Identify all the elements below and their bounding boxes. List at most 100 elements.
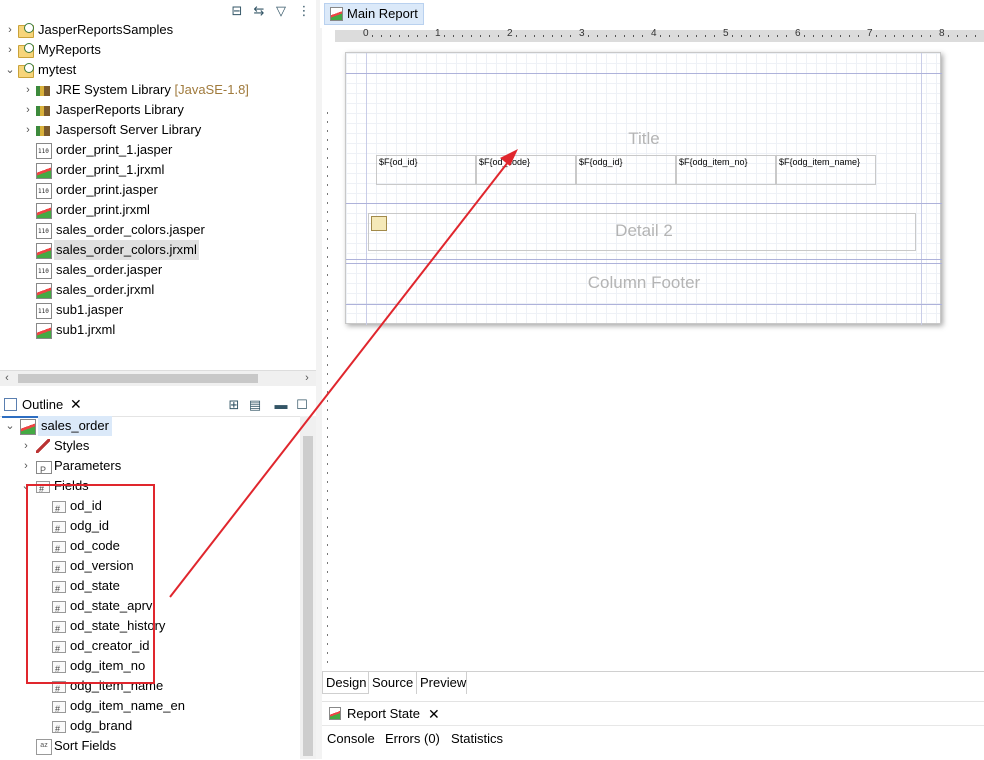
- report-state-subtab[interactable]: Statistics: [451, 730, 503, 748]
- thumbnail-icon[interactable]: ▤: [247, 397, 263, 413]
- explorer-item-label: JasperReports Library: [56, 102, 184, 117]
- scrollbar-thumb[interactable]: [18, 374, 258, 383]
- outline-field[interactable]: od_state: [0, 576, 298, 599]
- collapse-all-icon[interactable]: ⊟: [229, 3, 245, 19]
- tree-mode-icon[interactable]: ⊞: [226, 397, 242, 413]
- ruler-minor-tick: [885, 35, 886, 37]
- collapse-arrow-icon[interactable]: ›: [22, 120, 34, 140]
- explorer-item[interactable]: › JRE System Library [JavaSE-1.8]: [0, 80, 316, 100]
- tab-outline[interactable]: Outline ✕: [2, 394, 88, 418]
- outline-field[interactable]: odg_item_no: [0, 656, 298, 679]
- field-text-element[interactable]: $F{odg_item_name}: [776, 155, 876, 185]
- explorer-item[interactable]: › JasperReportsSamples: [0, 20, 316, 40]
- link-with-editor-icon[interactable]: ⇆: [251, 3, 267, 19]
- explorer-item[interactable]: order_print_1.jrxml: [0, 160, 316, 180]
- explorer-item[interactable]: order_print.jrxml: [0, 200, 316, 220]
- report-state-subtab[interactable]: Console: [327, 730, 375, 748]
- field-text-element[interactable]: $F{od_code}: [476, 155, 576, 185]
- outline-field[interactable]: od_state_history: [0, 616, 298, 639]
- ruler-minor-tick: [327, 337, 328, 339]
- ruler-minor-tick: [327, 544, 328, 546]
- ruler-minor-tick: [327, 283, 328, 285]
- outline-field[interactable]: odg_item_name_en: [0, 696, 298, 719]
- ruler-minor-tick: [327, 535, 328, 537]
- explorer-item[interactable]: sub1.jrxml: [0, 320, 316, 340]
- band-separator[interactable]: [346, 259, 942, 260]
- band-separator[interactable]: [346, 304, 942, 305]
- explorer-item[interactable]: › Jaspersoft Server Library: [0, 120, 316, 140]
- outline-sort-fields[interactable]: Sort Fields: [0, 736, 298, 756]
- tab-main-report[interactable]: Main Report: [324, 3, 424, 25]
- ruler-minor-tick: [669, 35, 670, 37]
- horizontal-scrollbar[interactable]: ‹ ›: [0, 370, 316, 386]
- field-icon: [52, 519, 66, 539]
- ruler-minor-tick: [327, 130, 328, 132]
- outline-field[interactable]: odg_brand: [0, 716, 298, 739]
- outline-node[interactable]: › Parameters: [0, 456, 298, 480]
- field-text-element[interactable]: $F{od_id}: [376, 155, 476, 185]
- expand-arrow-icon[interactable]: ⌄: [20, 476, 32, 496]
- explorer-item[interactable]: sales_order.jasper: [0, 260, 316, 280]
- tab-source[interactable]: Source: [369, 672, 417, 694]
- explorer-item[interactable]: order_print.jasper: [0, 180, 316, 200]
- collapse-arrow-icon[interactable]: ›: [20, 436, 32, 456]
- report-page[interactable]: Title $F{od_id} $F{od_code} $F{odg_id} $F{o…: [345, 52, 942, 325]
- outline-root[interactable]: ⌄ sales_order: [0, 416, 298, 436]
- explorer-item[interactable]: sub1.jasper: [0, 300, 316, 320]
- close-icon[interactable]: ✕: [428, 703, 440, 725]
- ruler-minor-tick: [327, 265, 328, 267]
- outline-field[interactable]: odg_id: [0, 516, 298, 539]
- ruler-minor-tick: [327, 643, 328, 645]
- outline-field[interactable]: odg_item_name: [0, 676, 298, 699]
- outline-vertical-scrollbar[interactable]: [300, 416, 316, 759]
- explorer-item[interactable]: sales_order_colors.jrxml: [0, 240, 316, 260]
- collapse-arrow-icon[interactable]: ›: [20, 456, 32, 476]
- outline-field[interactable]: od_version: [0, 556, 298, 579]
- scrollbar-thumb[interactable]: [303, 436, 313, 756]
- ruler-minor-tick: [471, 35, 472, 37]
- tab-preview[interactable]: Preview: [417, 672, 467, 694]
- maximize-icon[interactable]: ☐: [294, 397, 310, 413]
- explorer-item[interactable]: ⌄ mytest: [0, 60, 316, 80]
- field-icon: [52, 539, 66, 559]
- ruler-minor-tick: [327, 589, 328, 591]
- ruler-minor-tick: [327, 472, 328, 474]
- ruler-minor-tick: [759, 35, 760, 37]
- expand-arrow-icon[interactable]: ⌄: [4, 60, 16, 80]
- outline-field[interactable]: od_code: [0, 536, 298, 559]
- ruler-minor-tick: [327, 211, 328, 213]
- collapse-arrow-icon[interactable]: ›: [4, 20, 16, 40]
- outline-field[interactable]: od_creator_id: [0, 636, 298, 659]
- collapse-arrow-icon[interactable]: ›: [22, 100, 34, 120]
- explorer-item[interactable]: sales_order_colors.jasper: [0, 220, 316, 240]
- filter-icon[interactable]: ▽: [273, 3, 289, 19]
- outline-field[interactable]: od_state_aprv: [0, 596, 298, 619]
- scroll-right-icon[interactable]: ›: [300, 371, 314, 386]
- collapse-arrow-icon[interactable]: ›: [4, 40, 16, 60]
- report-state-subtabs: Console Errors (0) Statistics: [322, 725, 984, 760]
- band-separator[interactable]: [346, 203, 942, 204]
- outline-node[interactable]: › Styles: [0, 436, 298, 456]
- field-text-element[interactable]: $F{odg_id}: [576, 155, 676, 185]
- band-separator[interactable]: [346, 263, 942, 264]
- scroll-left-icon[interactable]: ‹: [0, 371, 14, 386]
- explorer-item[interactable]: › MyReports: [0, 40, 316, 60]
- field-text-element[interactable]: $F{odg_item_no}: [676, 155, 776, 185]
- close-icon[interactable]: ✕: [70, 396, 82, 413]
- report-state-subtab[interactable]: Errors (0): [385, 730, 440, 748]
- collapse-arrow-icon[interactable]: ›: [22, 80, 34, 100]
- outline-node[interactable]: ⌄ Fields: [0, 476, 298, 499]
- explorer-item[interactable]: order_print_1.jasper: [0, 140, 316, 160]
- explorer-item[interactable]: sales_order.jrxml: [0, 280, 316, 300]
- expand-arrow-icon[interactable]: ⌄: [4, 416, 16, 436]
- explorer-item[interactable]: › JasperReports Library: [0, 100, 316, 120]
- vertical-ruler: [322, 42, 336, 668]
- view-menu-icon[interactable]: ⋮: [296, 3, 312, 19]
- ruler-minor-tick: [777, 35, 778, 37]
- tab-design[interactable]: Design: [322, 672, 369, 694]
- ruler-minor-tick: [327, 301, 328, 303]
- minimize-icon[interactable]: ▬: [273, 397, 289, 413]
- outline-field[interactable]: od_id: [0, 496, 298, 519]
- ruler-minor-tick: [327, 445, 328, 447]
- ruler-minor-tick: [327, 481, 328, 483]
